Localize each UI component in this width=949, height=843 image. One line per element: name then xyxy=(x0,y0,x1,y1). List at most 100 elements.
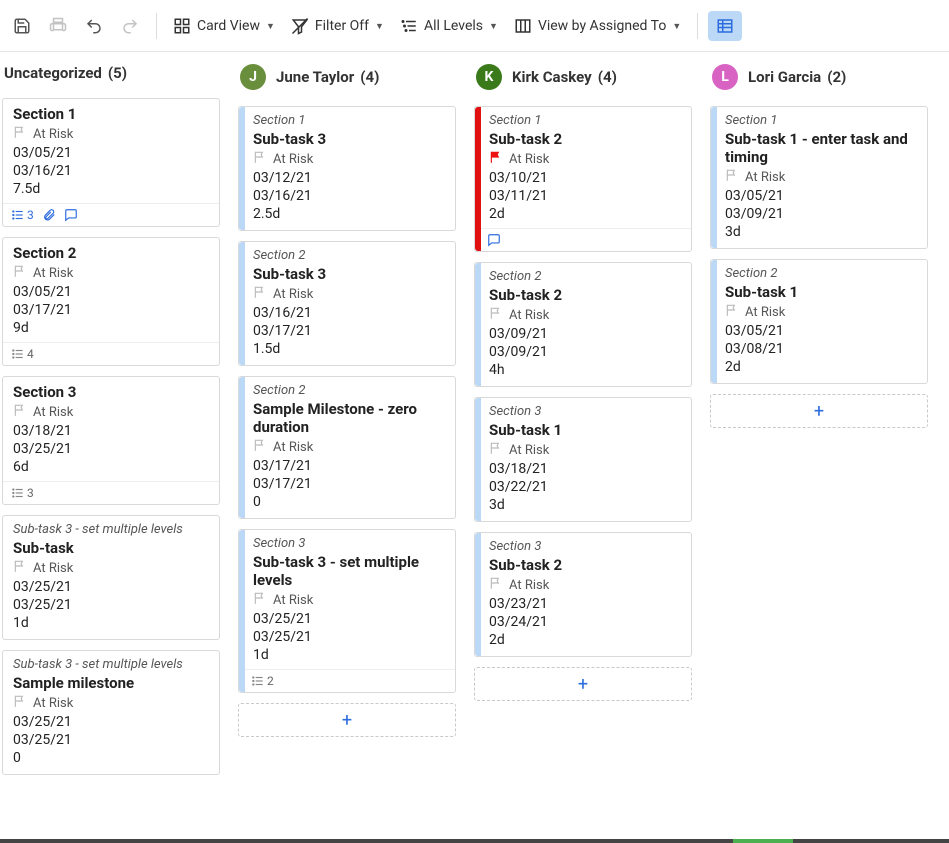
filter-menu[interactable]: Filter Off ▼ xyxy=(285,13,390,39)
risk-row: At Risk xyxy=(725,303,917,321)
task-card[interactable]: Section 1 Sub-task 2 At Risk 03/10/21 03/11/… xyxy=(474,106,692,252)
flag-icon xyxy=(253,591,267,609)
subtasks-count: 2 xyxy=(251,674,274,688)
comment-icon xyxy=(64,208,78,222)
flag-icon xyxy=(489,150,503,168)
task-card[interactable]: Sub-task 3 - set multiple levelsSub-task… xyxy=(2,515,220,640)
card-line: 03/05/21 xyxy=(13,284,209,300)
levels-menu[interactable]: All Levels ▼ xyxy=(394,13,504,39)
card-line: 2d xyxy=(489,632,681,648)
card-title: Sub-task 3 xyxy=(253,265,445,283)
risk-label: At Risk xyxy=(273,287,313,302)
card-line: 03/17/21 xyxy=(13,302,209,318)
risk-row: At Risk xyxy=(13,559,209,577)
risk-label: At Risk xyxy=(33,405,73,420)
card-title: Sub-task 1 xyxy=(489,421,681,439)
task-card[interactable]: Section 2At Risk03/05/2103/17/219d4 xyxy=(2,237,220,366)
card-section: Section 2 xyxy=(253,248,445,263)
view-by-menu[interactable]: View by Assigned To ▼ xyxy=(508,13,687,39)
plus-icon: + xyxy=(342,710,352,731)
card-line: 03/16/21 xyxy=(253,305,445,321)
card-line: 03/17/21 xyxy=(253,476,445,492)
card-title: Sub-task 3 - set multiple levels xyxy=(253,553,445,589)
task-card[interactable]: Section 1Sub-task 3At Risk03/12/2103/16/… xyxy=(238,106,456,231)
card-accent xyxy=(475,533,481,656)
risk-label: At Risk xyxy=(33,696,73,711)
comment-icon xyxy=(487,233,501,247)
risk-label: At Risk xyxy=(745,305,785,320)
card-line: 4h xyxy=(489,362,681,378)
task-card[interactable]: Section 3Sub-task 1At Risk03/18/2103/22/… xyxy=(474,397,692,522)
task-card[interactable]: Sub-task 3 - set multiple levels Sample m… xyxy=(2,650,220,775)
toolbar-separator xyxy=(156,13,157,39)
lane-uncat: Uncategorized (5)Section 1At Risk03/05/2… xyxy=(2,60,220,843)
subtasks-count: 4 xyxy=(11,347,34,361)
card-section: Sub-task 3 - set multiple levels xyxy=(13,657,209,672)
flag-icon xyxy=(13,264,27,282)
risk-label: At Risk xyxy=(273,440,313,455)
card-meta xyxy=(475,228,691,251)
card-section: Section 1 xyxy=(725,113,917,128)
task-card[interactable]: Section 3Sub-task 3 - set multiple level… xyxy=(238,529,456,693)
task-card[interactable]: Section 1Sub-task 1 - enter task and tim… xyxy=(710,106,928,249)
flag-icon xyxy=(489,306,503,324)
card-line: 9d xyxy=(13,320,209,336)
risk-row: At Risk xyxy=(13,403,209,421)
risk-row: At Risk xyxy=(13,694,209,712)
task-card[interactable]: Section 2Sub-task 3At Risk03/16/2103/17/… xyxy=(238,241,456,366)
card-accent xyxy=(475,263,481,386)
card-line: 03/18/21 xyxy=(489,461,681,477)
lane-june: JJune Taylor (4)Section 1Sub-task 3At Ri… xyxy=(238,60,456,843)
risk-row: At Risk xyxy=(253,150,445,168)
card-section: Section 1 xyxy=(489,113,681,128)
risk-label: At Risk xyxy=(509,152,549,167)
card-line: 03/25/21 xyxy=(13,597,209,613)
chevron-down-icon: ▼ xyxy=(375,21,384,32)
subtasks-count: 3 xyxy=(11,486,34,500)
task-card[interactable]: Section 2Sub-task 1At Risk03/05/2103/08/… xyxy=(710,259,928,384)
compact-icon xyxy=(716,17,734,35)
risk-row: At Risk xyxy=(253,285,445,303)
task-card[interactable]: Section 3Sub-task 2At Risk03/23/2103/24/… xyxy=(474,532,692,657)
task-card[interactable]: Section 2Sub-task 2At Risk03/09/2103/09/… xyxy=(474,262,692,387)
print-button[interactable] xyxy=(42,10,74,42)
avatar: K xyxy=(476,64,502,90)
card-title: Sub-task 2 xyxy=(489,130,681,148)
add-card-button[interactable]: + xyxy=(238,703,456,737)
add-card-button[interactable]: + xyxy=(474,667,692,701)
risk-row: At Risk xyxy=(725,168,917,186)
card-line: 03/25/21 xyxy=(253,629,445,645)
task-card[interactable]: Section 3At Risk03/18/2103/25/216d3 xyxy=(2,376,220,505)
card-accent xyxy=(475,398,481,521)
chevron-down-icon: ▼ xyxy=(266,21,275,32)
card-line: 03/25/21 xyxy=(13,714,209,730)
card-section: Section 1 xyxy=(253,113,445,128)
card-accent xyxy=(475,107,481,251)
card-line: 1.5d xyxy=(253,341,445,357)
save-button[interactable] xyxy=(6,10,38,42)
undo-button[interactable] xyxy=(78,10,110,42)
compact-view-toggle[interactable] xyxy=(708,11,742,41)
card-view-menu[interactable]: Card View ▼ xyxy=(167,13,281,39)
lane-header: JJune Taylor (4) xyxy=(238,60,456,96)
task-card[interactable]: Section 1At Risk03/05/2103/16/217.5d3 xyxy=(2,98,220,227)
card-title: Sub-task 2 xyxy=(489,556,681,574)
redo-button[interactable] xyxy=(114,10,146,42)
card-meta: 3 xyxy=(3,203,219,226)
add-card-button[interactable]: + xyxy=(710,394,928,428)
card-line: 03/11/21 xyxy=(489,188,681,204)
flag-icon xyxy=(253,285,267,303)
card-section: Section 2 xyxy=(725,266,917,281)
attachment-icon xyxy=(42,208,56,222)
lane-name: Lori Garcia xyxy=(748,68,821,86)
card-title: Sample milestone xyxy=(13,674,209,692)
flag-icon xyxy=(13,559,27,577)
card-section: Section 2 xyxy=(253,383,445,398)
lane-name: Kirk Caskey xyxy=(512,68,592,86)
card-view-icon xyxy=(173,17,191,35)
card-line: 03/24/21 xyxy=(489,614,681,630)
task-card[interactable]: Section 2Sample Milestone - zero duratio… xyxy=(238,376,456,519)
card-line: 2.5d xyxy=(253,206,445,222)
card-line: 03/10/21 xyxy=(489,170,681,186)
card-meta: 3 xyxy=(3,481,219,504)
